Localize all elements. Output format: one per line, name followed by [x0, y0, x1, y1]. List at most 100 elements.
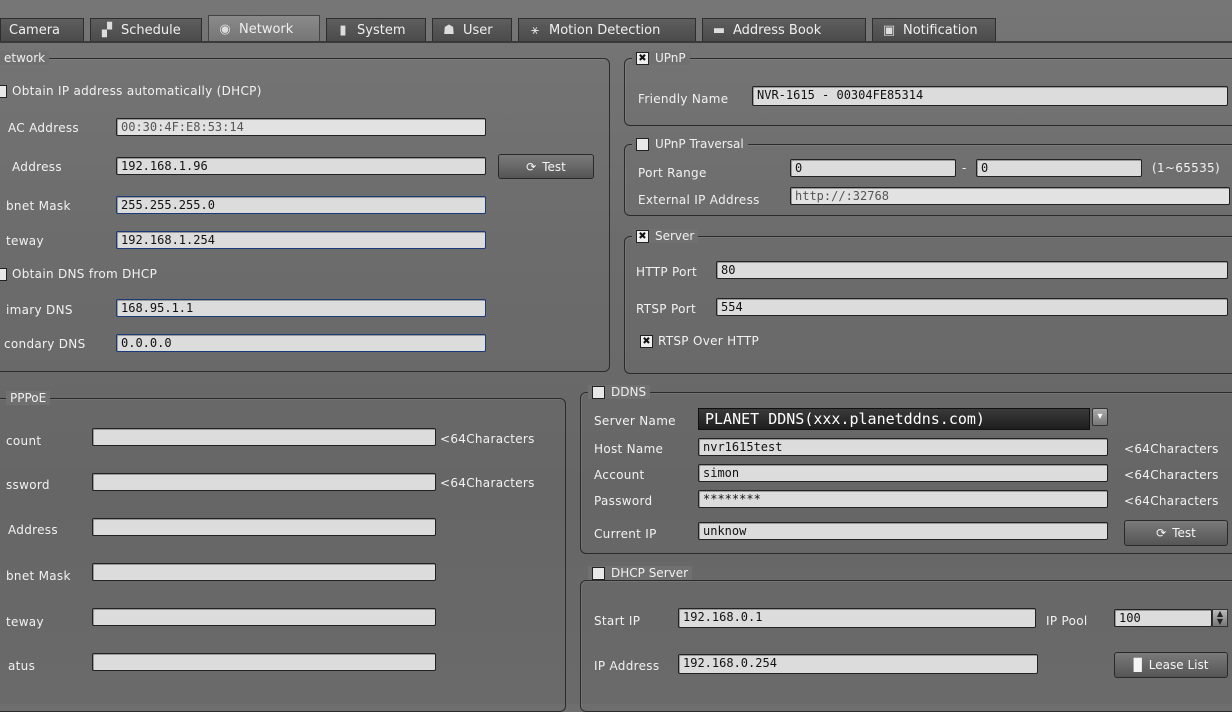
tab-schedule[interactable]: ▞ Schedule: [90, 18, 202, 42]
chevron-down-icon[interactable]: ▾: [1092, 408, 1108, 426]
pppoe-account-hint: <64Characters: [440, 432, 535, 446]
server-checkbox[interactable]: ✖: [636, 229, 649, 243]
network-group: [0, 58, 610, 372]
upnp-checkbox[interactable]: ✖: [636, 51, 649, 65]
tab-network[interactable]: ◉ Network: [208, 15, 320, 42]
tab-motion-detection[interactable]: ⚹ Motion Detection: [518, 18, 696, 42]
tab-label: Notification: [903, 23, 978, 38]
ip-pool-label: IP Pool: [1046, 614, 1088, 628]
port-range-to-field[interactable]: 0: [976, 159, 1142, 177]
pppoe-password-label: ssword: [6, 478, 50, 492]
document-icon: ▉: [1133, 658, 1143, 672]
pppoe-gateway-label: teway: [6, 615, 44, 629]
subnet-mask-field[interactable]: 255.255.255.0: [116, 196, 486, 214]
pppoe-password-hint: <64Characters: [440, 476, 535, 490]
dhcp-server-legend: DHCP Server: [588, 566, 693, 580]
http-port-field[interactable]: 80: [716, 261, 1228, 279]
address-book-icon: ▬: [712, 23, 726, 38]
server-name-select[interactable]: PLANET DDNS(xxx.planetddns.com): [698, 408, 1090, 430]
ip-address-label: Address: [12, 160, 62, 174]
ddns-test-button[interactable]: ⟳ Test: [1124, 520, 1228, 546]
tab-user[interactable]: ☗ User: [432, 18, 512, 42]
upnp-traversal-legend: UPnP Traversal: [632, 137, 748, 151]
lease-list-label: Lease List: [1148, 658, 1209, 672]
tab-label: Network: [239, 21, 294, 37]
secondary-dns-field[interactable]: 0.0.0.0: [116, 334, 486, 352]
rtsp-over-http-label: RTSP Over HTTP: [658, 334, 760, 348]
dhcp-ip-address-label: IP Address: [594, 659, 660, 673]
tab-label: Camera: [9, 23, 61, 38]
pppoe-account-field[interactable]: [92, 428, 436, 446]
ddns-test-label: Test: [1172, 526, 1196, 540]
schedule-icon: ▞: [102, 23, 112, 38]
server-name-label: Server Name: [594, 414, 676, 428]
tab-address-book[interactable]: ▬ Address Book: [702, 18, 866, 42]
ddns-password-hint: <64Characters: [1124, 494, 1219, 508]
ddns-account-field[interactable]: simon: [698, 464, 1108, 482]
tab-label: Motion Detection: [549, 23, 661, 38]
tab-camera[interactable]: Camera: [0, 18, 84, 42]
mac-address-field[interactable]: 00:30:4F:E8:53:14: [116, 118, 486, 136]
upnp-traversal-legend-text: UPnP Traversal: [655, 137, 744, 151]
friendly-name-field[interactable]: NVR-1615 - 00304FE85314: [752, 86, 1228, 106]
pppoe-gateway-field[interactable]: [92, 608, 436, 626]
pppoe-password-field[interactable]: [92, 473, 436, 491]
dhcp-server-legend-text: DHCP Server: [611, 566, 689, 580]
lease-list-button[interactable]: ▉ Lease List: [1114, 652, 1228, 678]
tab-label: Schedule: [121, 23, 181, 38]
ip-address-field[interactable]: 192.168.1.96: [116, 157, 486, 175]
ddns-password-field[interactable]: ********: [698, 490, 1108, 508]
dhcp-ip-address-field[interactable]: 192.168.0.254: [678, 654, 1038, 674]
port-range-dash: -: [962, 161, 967, 175]
host-name-field[interactable]: nvr1615test: [698, 438, 1108, 456]
current-ip-label: Current IP: [594, 527, 657, 541]
pppoe-address-field[interactable]: [92, 518, 436, 536]
tab-notification[interactable]: ▣ Notification: [872, 18, 996, 42]
pppoe-address-label: Address: [8, 523, 58, 537]
dns-dhcp-checkbox[interactable]: [0, 268, 7, 281]
rtsp-over-http-checkbox[interactable]: ✖: [640, 335, 653, 348]
ip-pool-spinner[interactable]: ▲ ▼: [1212, 609, 1228, 627]
port-range-hint: (1~65535): [1152, 161, 1220, 175]
tab-label: System: [357, 23, 406, 38]
pppoe-account-label: count: [6, 434, 42, 448]
ip-pool-field[interactable]: 100: [1114, 609, 1212, 627]
gateway-field[interactable]: 192.168.1.254: [116, 231, 486, 249]
friendly-name-label: Friendly Name: [638, 92, 729, 106]
ddns-account-hint: <64Characters: [1124, 468, 1219, 482]
ip-test-button[interactable]: ⟳ Test: [498, 154, 594, 179]
primary-dns-field[interactable]: 168.95.1.1: [116, 299, 486, 317]
start-ip-field[interactable]: 192.168.0.1: [678, 608, 1036, 628]
server-legend: ✖ Server: [632, 229, 699, 243]
secondary-dns-label: condary DNS: [4, 337, 86, 351]
nvr-network-settings-screen: Camera ▞ Schedule ◉ Network ▮ System ☗ U…: [0, 0, 1232, 712]
tab-label: User: [463, 23, 493, 38]
pppoe-subnet-field[interactable]: [92, 563, 436, 581]
host-name-hint: <64Characters: [1124, 442, 1219, 456]
ip-test-label: Test: [542, 159, 566, 174]
dhcp-checkbox[interactable]: [0, 85, 7, 98]
network-legend-text: etwork: [4, 51, 46, 65]
dhcp-server-checkbox[interactable]: [592, 566, 605, 580]
pppoe-status-field[interactable]: [92, 653, 436, 671]
upnp-traversal-checkbox[interactable]: [636, 137, 649, 151]
refresh-icon: ⟳: [526, 159, 537, 174]
http-port-label: HTTP Port: [636, 265, 698, 279]
external-ip-field[interactable]: http://:32768: [790, 187, 1230, 205]
ddns-legend-text: DDNS: [611, 385, 647, 399]
gateway-label: teway: [6, 234, 44, 248]
port-range-from-field[interactable]: 0: [790, 159, 956, 177]
dns-dhcp-label: Obtain DNS from DHCP: [12, 267, 158, 281]
dhcp-server-group: [580, 580, 1232, 712]
motion-icon: ⚹: [531, 23, 539, 38]
rtsp-port-field[interactable]: 554: [716, 298, 1228, 316]
ddns-legend: DDNS: [588, 385, 651, 399]
network-legend: etwork: [0, 51, 50, 65]
refresh-icon: ⟳: [1156, 526, 1167, 540]
ddns-checkbox[interactable]: [592, 385, 605, 399]
host-name-label: Host Name: [594, 442, 664, 456]
tab-system[interactable]: ▮ System: [326, 18, 426, 42]
current-ip-field[interactable]: unknow: [698, 522, 1108, 540]
notification-icon: ▣: [882, 23, 896, 38]
server-legend-text: Server: [655, 229, 695, 243]
